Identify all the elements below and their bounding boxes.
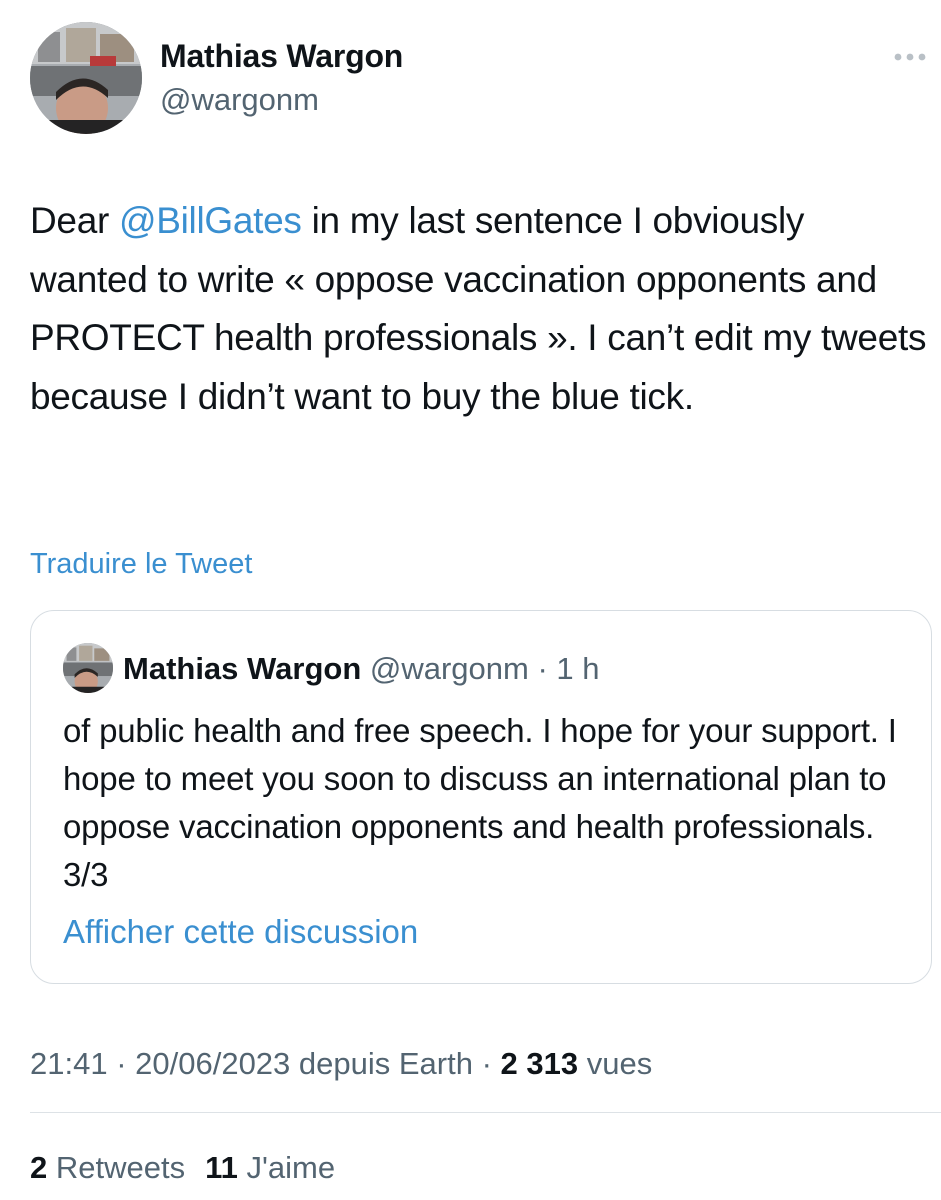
- show-thread-link[interactable]: Afficher cette discussion: [63, 910, 418, 954]
- likes-stat[interactable]: 11 J'aime: [205, 1150, 335, 1185]
- quoted-author-handle: @wargonm: [369, 651, 529, 686]
- translate-tweet-link[interactable]: Traduire le Tweet: [30, 544, 252, 584]
- more-horizontal-icon: [894, 53, 926, 61]
- divider: [30, 1112, 941, 1113]
- meta-separator: ·: [472, 1046, 501, 1081]
- tweet-time[interactable]: 21:41: [30, 1046, 108, 1081]
- author-name[interactable]: Mathias Wargon: [160, 36, 403, 76]
- likes-label: J'aime: [237, 1150, 336, 1185]
- retweets-label: Retweets: [47, 1150, 186, 1185]
- tweet-source: depuis Earth: [290, 1046, 473, 1081]
- retweets-count: 2: [30, 1150, 48, 1185]
- quoted-tweet-time: 1 h: [556, 651, 600, 686]
- meta-separator: ·: [107, 1046, 136, 1081]
- views-count: 2 313: [500, 1046, 579, 1081]
- tweet-text-start: Dear: [30, 200, 119, 241]
- quoted-tweet-header: Mathias Wargon @wargonm · 1 h: [123, 649, 600, 689]
- mention-link[interactable]: @BillGates: [119, 200, 302, 241]
- tweet-date[interactable]: 20/06/2023: [135, 1046, 290, 1081]
- tweet-metadata: 21:41 · 20/06/2023 depuis Earth · 2 313 …: [30, 1042, 652, 1086]
- likes-count: 11: [205, 1150, 238, 1185]
- quoted-tweet-card[interactable]: Mathias Wargon @wargonm · 1 h of public …: [30, 610, 932, 984]
- quoted-tweet-text: of public health and free speech. I hope…: [63, 712, 897, 893]
- quoted-author-avatar: [63, 643, 113, 693]
- author-avatar[interactable]: [30, 22, 142, 134]
- tweet-text: Dear @BillGates in my last sentence I ob…: [30, 192, 930, 426]
- quoted-separator: ·: [528, 651, 557, 686]
- views-label: vues: [578, 1046, 653, 1081]
- more-options-button[interactable]: [888, 44, 932, 70]
- author-handle[interactable]: @wargonm: [160, 80, 319, 120]
- retweets-stat[interactable]: 2 Retweets: [30, 1150, 185, 1185]
- quoted-author-name: Mathias Wargon: [123, 651, 362, 686]
- tweet-stats: 2 Retweets 11 J'aime: [30, 1146, 335, 1190]
